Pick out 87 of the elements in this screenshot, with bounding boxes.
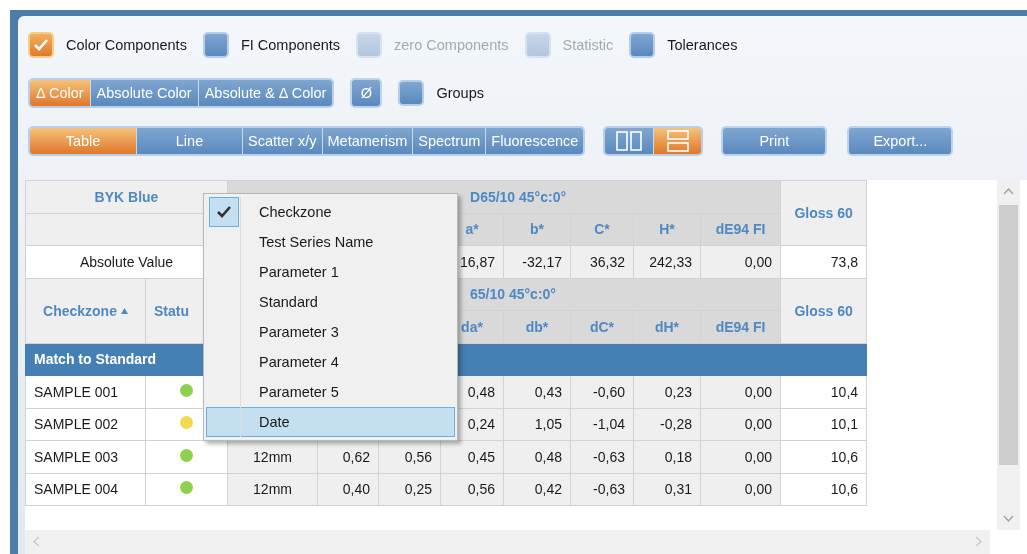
column-header[interactable]: C* xyxy=(570,213,634,246)
table-cell: 0,43 xyxy=(503,375,571,408)
table-cell: -0,63 xyxy=(570,473,634,506)
mode-tab[interactable]: Δ Color xyxy=(30,80,90,106)
standard-name: BYK Blue xyxy=(25,180,228,213)
table-cell: -32,17 xyxy=(503,245,571,278)
table-cell: 0,23 xyxy=(633,375,701,408)
table-cell: 0,25 xyxy=(378,473,441,506)
checkbox[interactable] xyxy=(202,32,229,58)
mean-button[interactable]: Ø xyxy=(350,78,383,108)
layout-toggle[interactable] xyxy=(605,128,654,154)
checkbox[interactable] xyxy=(629,32,656,58)
scroll-down-icon[interactable] xyxy=(1003,515,1014,522)
view-tab[interactable]: Spectrum xyxy=(412,128,486,154)
table-cell: SAMPLE 002 xyxy=(25,408,146,441)
view-tab[interactable]: Fluorescence xyxy=(485,128,584,154)
table-cell: 0,00 xyxy=(700,408,781,441)
table-cell: 36,32 xyxy=(570,245,634,278)
table-cell: 10,4 xyxy=(780,375,867,408)
action-button[interactable]: Print xyxy=(721,126,828,156)
table-cell: 0,40 xyxy=(317,473,379,506)
view-tab[interactable]: Metamerism xyxy=(321,128,413,154)
check-icon xyxy=(33,38,49,52)
scroll-left-icon[interactable] xyxy=(33,536,40,547)
layout-toggle[interactable] xyxy=(653,128,702,154)
table-cell: 0,62 xyxy=(317,440,379,473)
table-cell: -0,63 xyxy=(570,440,634,473)
checkbox[interactable] xyxy=(28,32,54,58)
column-header[interactable]: Checkzone xyxy=(25,278,146,343)
mode-tab[interactable]: Absolute Color xyxy=(89,80,198,106)
check-icon xyxy=(216,205,232,219)
checkbox-label: Tolerances xyxy=(667,37,738,53)
column-header[interactable]: b* xyxy=(503,213,571,246)
split-rows-icon xyxy=(665,130,690,152)
scroll-thumb[interactable] xyxy=(999,205,1018,465)
table-cell: -1,04 xyxy=(570,408,634,441)
table-cell: SAMPLE 003 xyxy=(25,440,146,473)
table-cell: 0,42 xyxy=(503,473,571,506)
table-cell: 0,18 xyxy=(633,440,701,473)
column-header[interactable]: db* xyxy=(503,310,571,343)
table-cell: -0,28 xyxy=(633,408,701,441)
column-header[interactable]: dE94 FI xyxy=(700,213,781,246)
horizontal-scrollbar[interactable] xyxy=(25,530,990,554)
column-header[interactable]: dH* xyxy=(633,310,701,343)
table-cell: 242,33 xyxy=(633,245,701,278)
column-header[interactable]: dC* xyxy=(570,310,634,343)
checkbox-label: FI Components xyxy=(240,37,341,53)
split-columns-icon xyxy=(615,131,644,151)
table-cell: 0,00 xyxy=(700,245,781,278)
view-tab[interactable]: Scatter x/y xyxy=(242,128,322,154)
table-cell: 0,45 xyxy=(440,440,504,473)
table-cell: 1,05 xyxy=(503,408,571,441)
table-cell: 0,00 xyxy=(700,440,781,473)
view-tab[interactable]: Table xyxy=(30,128,136,154)
table-cell: 10,6 xyxy=(780,473,867,506)
table-cell: 0,56 xyxy=(440,473,504,506)
action-button[interactable]: Export... xyxy=(847,126,954,156)
table-cell: 0,56 xyxy=(378,440,441,473)
table-cell: 10,1 xyxy=(780,408,867,441)
table-cell: 12mm xyxy=(227,440,318,473)
checkbox-label: Color Components xyxy=(66,37,187,53)
checkbox-label: Statistic xyxy=(562,37,614,53)
table-cell: SAMPLE 004 xyxy=(25,473,146,506)
table-cell: SAMPLE 001 xyxy=(25,375,146,408)
mode-tab[interactable]: Absolute & Δ Color xyxy=(197,80,333,106)
table-cell: 0,00 xyxy=(700,375,781,408)
vertical-scrollbar[interactable] xyxy=(997,180,1020,530)
menu-item[interactable]: Parameter 4 xyxy=(206,347,455,377)
scroll-right-icon[interactable] xyxy=(975,536,982,547)
checkbox-label: Groups xyxy=(436,85,484,101)
table-cell: 73,8 xyxy=(780,245,867,278)
table-cell: 0,00 xyxy=(700,473,781,506)
checkbox-label: zero Components xyxy=(394,37,509,53)
scroll-up-icon[interactable] xyxy=(1003,188,1014,195)
sort-ascending-icon xyxy=(120,307,128,314)
column-header[interactable]: Gloss 60 xyxy=(780,180,867,246)
table-cell: 12mm xyxy=(227,473,318,506)
column-header[interactable]: dE94 FI xyxy=(700,310,781,343)
table-cell: 0,31 xyxy=(633,473,701,506)
checkbox[interactable] xyxy=(398,80,425,106)
table-cell: 0,48 xyxy=(503,440,571,473)
column-header[interactable]: Gloss 60 xyxy=(780,278,867,343)
column-header[interactable]: H* xyxy=(633,213,701,246)
table-cell: -0,60 xyxy=(570,375,634,408)
table-cell: 10,6 xyxy=(780,440,867,473)
view-tab[interactable]: Line xyxy=(136,128,242,154)
menu-item[interactable]: Date xyxy=(206,407,455,437)
